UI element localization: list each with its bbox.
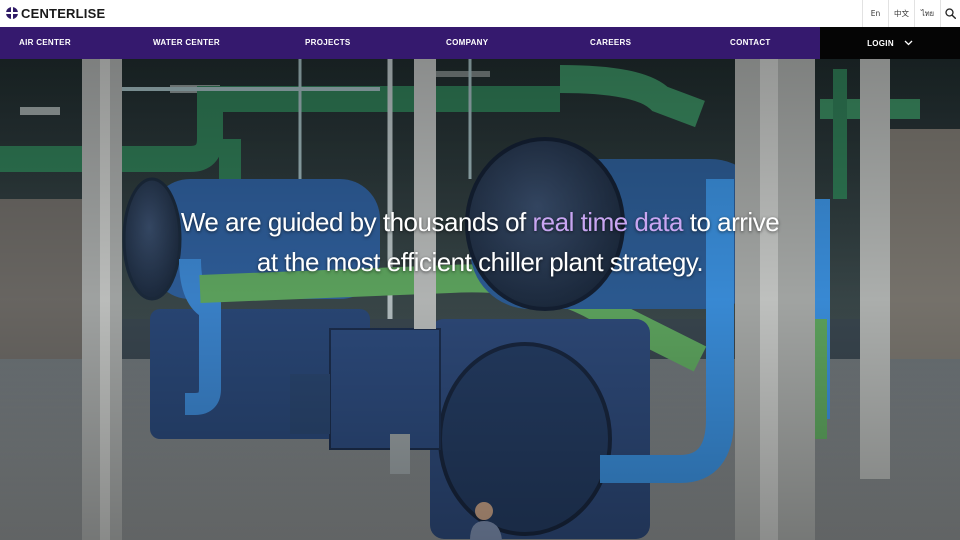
nav-item-air-center[interactable]: AIR CENTER: [19, 27, 71, 59]
hero-headline: We are guided by thousands of real time …: [0, 202, 960, 282]
brand-name: CENTERLISE: [21, 5, 106, 21]
language-en[interactable]: En: [862, 0, 888, 27]
language-switcher: En 中文 ไทย: [862, 0, 960, 27]
top-bar: CENTERLISE En 中文 ไทย: [0, 0, 960, 27]
headline-line2: at the most efficient chiller plant stra…: [256, 247, 704, 277]
globe-icon: [6, 7, 18, 19]
nav-item-company[interactable]: COMPANY: [446, 27, 488, 59]
language-zh[interactable]: 中文: [888, 0, 914, 27]
chevron-down-icon: [904, 40, 913, 46]
headline-part1: We are guided by thousands of: [180, 207, 533, 237]
main-nav: AIR CENTER WATER CENTER PROJECTS COMPANY…: [0, 27, 820, 59]
nav-item-projects[interactable]: PROJECTS: [305, 27, 351, 59]
login-label: LOGIN: [867, 38, 894, 48]
brand-logo[interactable]: CENTERLISE: [6, 4, 105, 22]
hero-section: We are guided by thousands of real time …: [0, 59, 960, 540]
nav-item-contact[interactable]: CONTACT: [730, 27, 771, 59]
login-button[interactable]: LOGIN: [820, 27, 960, 59]
language-th[interactable]: ไทย: [914, 0, 940, 27]
headline-part2: to arrive: [683, 207, 780, 237]
search-button[interactable]: [940, 0, 960, 27]
nav-item-water-center[interactable]: WATER CENTER: [153, 27, 220, 59]
chiller-plant-photo: [0, 59, 960, 540]
headline-highlight: real time data: [532, 207, 684, 237]
nav-item-careers[interactable]: CAREERS: [590, 27, 631, 59]
search-icon: [945, 8, 956, 19]
